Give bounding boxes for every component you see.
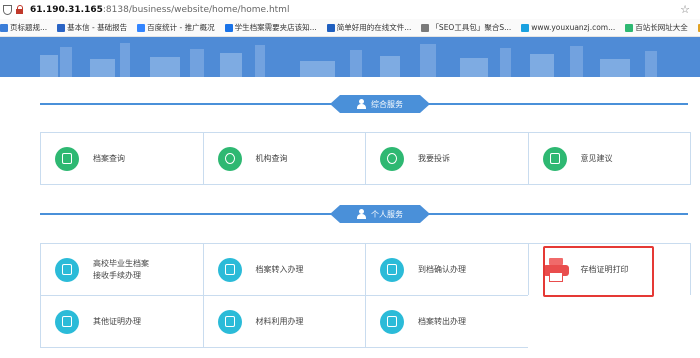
bookmark-item[interactable]: 百度统计 - 推广概况	[137, 22, 215, 33]
edit-doc-icon	[217, 257, 242, 282]
service-arrival-confirm[interactable]: 到档确认办理	[365, 243, 529, 296]
bookmark-label: 百度统计 - 推广概况	[147, 23, 215, 32]
service-complaint[interactable]: 我要投诉	[365, 132, 529, 185]
certificate-icon	[55, 309, 79, 334]
service-label: 档案查询	[93, 153, 125, 163]
selection-highlight	[543, 246, 654, 297]
bookmark-label: 学生档案需要夹店该知...	[234, 23, 317, 32]
bookmark-item[interactable]: 「SEO工具包」聚合S...	[421, 22, 511, 33]
export-icon	[380, 309, 404, 334]
bookmark-item[interactable]: 百站长网址大全	[625, 22, 688, 33]
service-label: 档案转出办理	[418, 316, 466, 326]
bookmark-item[interactable]: 简单好用的在线文件...	[326, 22, 412, 33]
section-title: 综合服务	[371, 99, 403, 109]
insecure-lock-icon	[16, 5, 24, 14]
bookmark-label: 「SEO工具包」聚合S...	[431, 23, 512, 32]
service-label: 高校毕业生档案 接收手续办理	[93, 258, 149, 280]
service-institution-query[interactable]: 机构查询	[202, 132, 366, 185]
bookmark-item[interactable]: 基本信 - 基础报告	[57, 22, 127, 33]
edit-icon	[542, 146, 567, 171]
url-text[interactable]: 61.190.31.165:8138/business/website/home…	[30, 5, 289, 15]
bookmark-favicon-icon	[421, 23, 430, 32]
bookmark-favicon-icon	[521, 23, 530, 32]
header-banner	[0, 37, 700, 77]
service-graduate-archive[interactable]: 高校毕业生档案 接收手续办理	[40, 243, 204, 296]
check-doc-icon	[380, 257, 404, 282]
bookmarks-bar: 页标题规... 基本信 - 基础报告 百度统计 - 推广概况 学生档案需要夹店该知..…	[0, 19, 700, 37]
service-material-use[interactable]: 材料利用办理	[202, 295, 366, 348]
bookmark-favicon-icon	[57, 23, 66, 32]
section-title: 个人服务	[371, 209, 403, 219]
service-archive-query[interactable]: 档案查询	[40, 132, 204, 185]
service-archive-transfer-out[interactable]: 档案转出办理	[365, 295, 529, 348]
person-icon	[357, 99, 366, 109]
comprehensive-services-grid: 档案查询 机构查询 我要投诉 意见建议	[40, 132, 691, 185]
magnifier-icon	[217, 146, 242, 171]
bookmark-label: 简单好用的在线文件...	[336, 23, 412, 32]
empty-cell	[527, 295, 691, 348]
bookmark-favicon-icon	[137, 23, 146, 32]
bookmark-favicon-icon	[326, 23, 335, 32]
bookmark-favicon-icon	[625, 23, 634, 32]
document-search-icon	[55, 146, 79, 171]
bookmark-label: 基本信 - 基础报告	[67, 23, 128, 32]
service-archive-transfer-in[interactable]: 档案转入办理	[202, 243, 366, 296]
section-header-comprehensive: 综合服务	[40, 95, 688, 113]
service-suggestion[interactable]: 意见建议	[527, 132, 691, 185]
bookmark-item[interactable]: 页标题规...	[0, 22, 47, 33]
service-label: 档案转入办理	[255, 264, 304, 274]
alert-icon	[380, 146, 404, 171]
service-other-certificate[interactable]: 其他证明办理	[40, 295, 204, 348]
service-label: 机构查询	[255, 153, 288, 163]
person-icon	[357, 209, 366, 219]
bookmark-favicon-icon	[224, 23, 233, 32]
section-header-personal: 个人服务	[40, 205, 688, 223]
bookmark-label: 百站长网址大全	[635, 23, 688, 32]
bookmark-star-icon[interactable]: ☆	[680, 3, 690, 16]
address-bar[interactable]: 61.190.31.165:8138/business/website/home…	[0, 0, 700, 19]
service-label: 意见建议	[580, 153, 613, 163]
file-icon	[217, 309, 242, 334]
service-label: 我要投诉	[418, 153, 450, 163]
bookmark-item[interactable]: 学生档案需要夹店该知...	[224, 22, 317, 33]
service-label: 材料利用办理	[255, 316, 304, 326]
shield-icon	[3, 4, 12, 15]
service-label: 到档确认办理	[418, 264, 466, 274]
edit-doc-icon	[55, 257, 79, 282]
bookmark-label: 页标题规...	[10, 23, 48, 32]
bookmark-item[interactable]: www.youxuanzj.com...	[521, 23, 615, 32]
service-label: 其他证明办理	[93, 316, 141, 326]
bookmark-favicon-icon	[0, 23, 8, 32]
bookmark-label: www.youxuanzj.com...	[531, 23, 616, 32]
